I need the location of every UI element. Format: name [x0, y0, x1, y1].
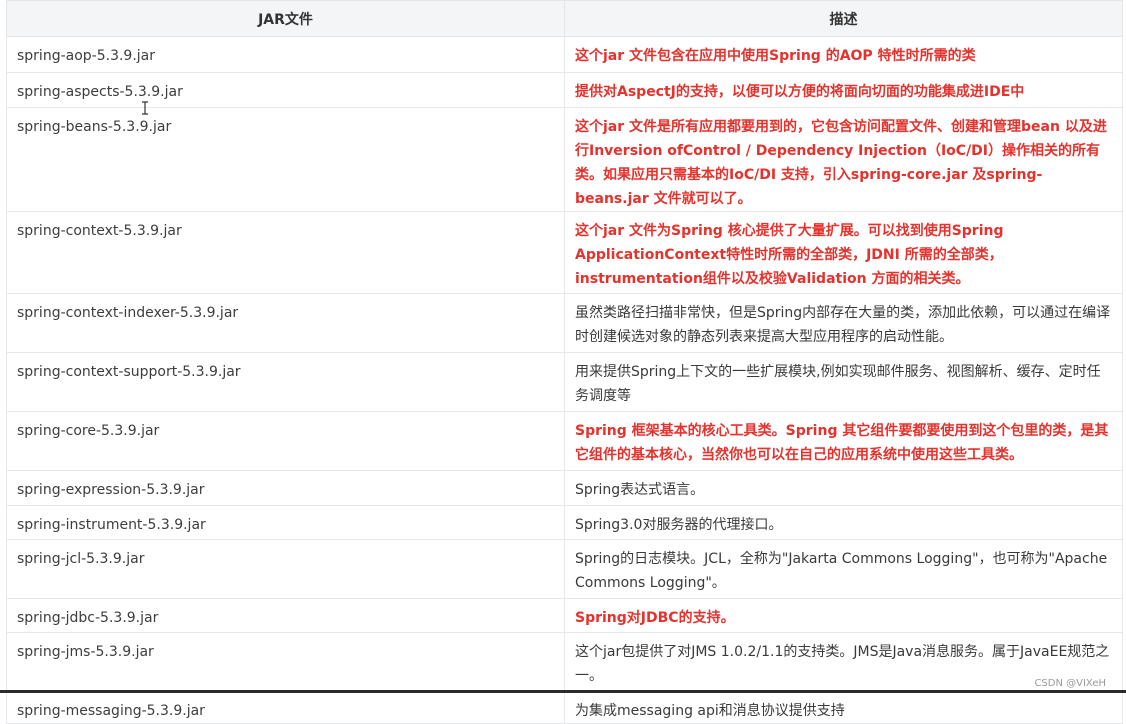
jar-name-cell: spring-beans-5.3.9.jar — [6, 107, 565, 212]
jar-name-cell: spring-jcl-5.3.9.jar — [6, 539, 565, 599]
description-cell: 用来提供Spring上下文的一些扩展模块,例如实现邮件服务、视图解析、缓存、定时… — [564, 352, 1123, 412]
description-cell: Spring表达式语言。 — [564, 470, 1123, 506]
jar-name-cell: spring-messaging-5.3.9.jar — [6, 691, 565, 724]
table-row: spring-beans-5.3.9.jar 这个jar 文件是所有应用都要用到… — [6, 107, 1123, 212]
text-cursor-icon — [142, 101, 148, 115]
jar-name-cell: spring-jms-5.3.9.jar — [6, 632, 565, 692]
table-row: spring-context-5.3.9.jar 这个jar 文件为Spring… — [6, 211, 1123, 294]
table-row: spring-jms-5.3.9.jar 这个jar包提供了对JMS 1.0.2… — [6, 632, 1123, 692]
description-cell: Spring 框架基本的核心工具类。Spring 其它组件要都要使用到这个包里的… — [564, 411, 1123, 471]
table-row: spring-expression-5.3.9.jar Spring表达式语言。 — [6, 470, 1123, 506]
description-cell: 这个jar 文件包含在应用中使用Spring 的AOP 特性时所需的类 — [564, 36, 1123, 73]
table-row: spring-instrument-5.3.9.jar Spring3.0对服务… — [6, 505, 1123, 540]
jar-description-table: JAR文件 描述 spring-aop-5.3.9.jar 这个jar 文件包含… — [6, 0, 1123, 724]
description-cell: Spring对JDBC的支持。 — [564, 598, 1123, 633]
description-cell: 为集成messaging api和消息协议提供支持 — [564, 691, 1123, 724]
table-header-row: JAR文件 描述 — [6, 0, 1123, 37]
jar-name-cell: spring-context-support-5.3.9.jar — [6, 352, 565, 412]
table-row: spring-context-support-5.3.9.jar 用来提供Spr… — [6, 352, 1123, 412]
description-cell: Spring的日志模块。JCL，全称为"Jakarta Commons Logg… — [564, 539, 1123, 599]
description-cell: 这个jar 文件为Spring 核心提供了大量扩展。可以找到使用Spring A… — [564, 211, 1123, 294]
jar-name-cell: spring-context-5.3.9.jar — [6, 211, 565, 294]
jar-name-cell: spring-jdbc-5.3.9.jar — [6, 598, 565, 633]
table-row: spring-jdbc-5.3.9.jar Spring对JDBC的支持。 — [6, 598, 1123, 633]
header-jar-file: JAR文件 — [6, 0, 565, 37]
table-row: spring-context-indexer-5.3.9.jar 虽然类路径扫描… — [6, 293, 1123, 353]
description-cell: 虽然类路径扫描非常快，但是Spring内部存在大量的类，添加此依赖，可以通过在编… — [564, 293, 1123, 353]
table-row: spring-aspects-5.3.9.jar 提供对AspectJ的支持，以… — [6, 72, 1123, 108]
jar-name-cell: spring-context-indexer-5.3.9.jar — [6, 293, 565, 353]
jar-name-cell: spring-expression-5.3.9.jar — [6, 470, 565, 506]
jar-name-cell: spring-aspects-5.3.9.jar — [6, 72, 565, 108]
jar-name-cell: spring-instrument-5.3.9.jar — [6, 505, 565, 540]
description-cell: 这个jar 文件是所有应用都要用到的，它包含访问配置文件、创建和管理bean 以… — [564, 107, 1123, 212]
table-row: spring-core-5.3.9.jar Spring 框架基本的核心工具类。… — [6, 411, 1123, 471]
csdn-watermark: CSDN @VIXeH — [1032, 678, 1108, 689]
header-description: 描述 — [564, 0, 1123, 37]
table-row: spring-jcl-5.3.9.jar Spring的日志模块。JCL，全称为… — [6, 539, 1123, 599]
table-row: spring-aop-5.3.9.jar 这个jar 文件包含在应用中使用Spr… — [6, 36, 1123, 73]
jar-name-cell: spring-core-5.3.9.jar — [6, 411, 565, 471]
description-cell: 提供对AspectJ的支持，以便可以方便的将面向切面的功能集成进IDE中 — [564, 72, 1123, 108]
table-row: spring-messaging-5.3.9.jar 为集成messaging … — [6, 691, 1123, 724]
description-cell: Spring3.0对服务器的代理接口。 — [564, 505, 1123, 540]
jar-name-cell: spring-aop-5.3.9.jar — [6, 36, 565, 73]
